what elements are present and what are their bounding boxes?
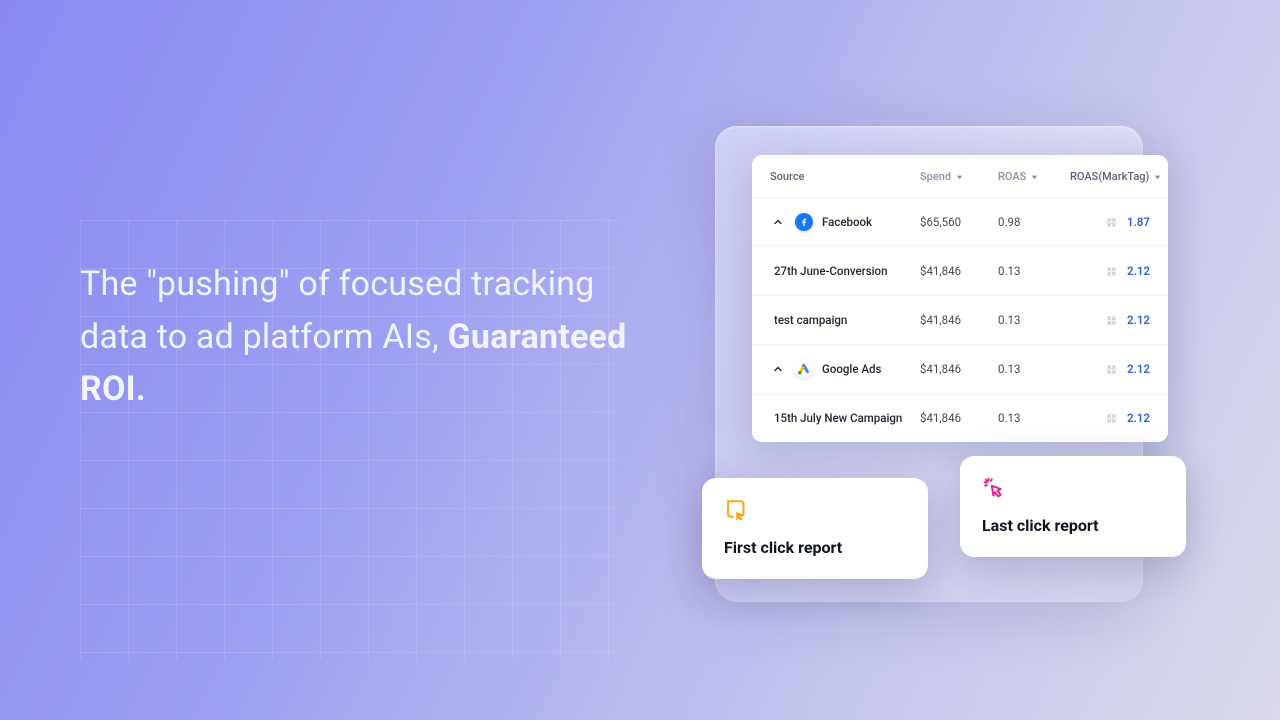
source-name: test campaign xyxy=(774,313,847,327)
column-header-roas[interactable]: ROAS xyxy=(998,170,1070,183)
cell-roas: 0.13 xyxy=(998,411,1070,425)
cell-spend: $41,846 xyxy=(920,411,998,425)
last-click-icon xyxy=(982,476,1008,502)
headline: The "pushing" of focused tracking data t… xyxy=(80,258,640,416)
cell-roas-marktag: 2.12 xyxy=(1070,362,1150,376)
cell-spend: $41,846 xyxy=(920,313,998,327)
cell-roas: 0.13 xyxy=(998,362,1070,376)
google-platform-icon xyxy=(795,360,813,378)
facebook-icon xyxy=(799,217,809,227)
sort-down-icon xyxy=(955,172,964,181)
chevron-up-icon xyxy=(773,217,783,227)
first-click-report-card[interactable]: First click report xyxy=(702,478,928,579)
expand-toggle[interactable] xyxy=(770,214,786,230)
cell-roas-marktag: 2.12 xyxy=(1070,264,1150,278)
cell-roas-marktag: 2.12 xyxy=(1070,313,1150,327)
source-name: Facebook xyxy=(822,215,872,229)
marktag-value: 2.12 xyxy=(1127,411,1150,425)
table-row[interactable]: Facebook $65,5600.98 1.87 xyxy=(752,197,1168,246)
table-row[interactable]: 15th July New Campaign $41,8460.13 2.12 xyxy=(752,393,1168,442)
last-click-report-card[interactable]: Last click report xyxy=(960,456,1186,557)
source-name: 27th June-Conversion xyxy=(774,264,887,278)
cell-roas: 0.13 xyxy=(998,264,1070,278)
google-ads-icon xyxy=(797,362,811,376)
marktag-value: 2.12 xyxy=(1127,264,1150,278)
first-click-label: First click report xyxy=(724,538,906,557)
marktag-value: 1.87 xyxy=(1127,215,1150,229)
last-click-label: Last click report xyxy=(982,516,1164,535)
marktag-value: 2.12 xyxy=(1127,313,1150,327)
table-row[interactable]: 27th June-Conversion $41,8460.13 2.12 xyxy=(752,246,1168,295)
cell-spend: $65,560 xyxy=(920,215,998,229)
column-header-source[interactable]: Source xyxy=(770,170,920,183)
first-click-icon xyxy=(724,498,750,524)
source-name: Google Ads xyxy=(822,362,881,376)
cell-spend: $41,846 xyxy=(920,264,998,278)
sort-down-icon xyxy=(1030,172,1039,181)
marktag-icon xyxy=(1106,315,1117,326)
marktag-icon xyxy=(1106,413,1117,424)
cell-roas: 0.13 xyxy=(998,313,1070,327)
table-header-row: Source Spend ROAS ROAS(MarkTag) xyxy=(752,155,1168,197)
cell-source: Google Ads xyxy=(770,360,920,378)
source-name: 15th July New Campaign xyxy=(774,411,902,425)
marktag-icon xyxy=(1106,266,1117,277)
cell-source: test campaign xyxy=(770,313,920,327)
cell-roas-marktag: 1.87 xyxy=(1070,215,1150,229)
facebook-platform-icon xyxy=(795,213,813,231)
attribution-table: Source Spend ROAS ROAS(MarkTag) Facebook… xyxy=(752,155,1168,442)
column-header-spend[interactable]: Spend xyxy=(920,170,998,183)
sort-down-icon xyxy=(1153,172,1162,181)
marktag-value: 2.12 xyxy=(1127,362,1150,376)
cell-roas: 0.98 xyxy=(998,215,1070,229)
cell-source: Facebook xyxy=(770,213,920,231)
cell-spend: $41,846 xyxy=(920,362,998,376)
marktag-icon xyxy=(1106,217,1117,228)
expand-toggle[interactable] xyxy=(770,361,786,377)
column-header-roas-marktag[interactable]: ROAS(MarkTag) xyxy=(1070,170,1162,183)
marktag-icon xyxy=(1106,364,1117,375)
cell-roas-marktag: 2.12 xyxy=(1070,411,1150,425)
cell-source: 27th June-Conversion xyxy=(770,264,920,278)
table-row[interactable]: test campaign $41,8460.13 2.12 xyxy=(752,295,1168,344)
chevron-up-icon xyxy=(773,364,783,374)
cell-source: 15th July New Campaign xyxy=(770,411,920,425)
table-row[interactable]: Google Ads $41,8460.13 2.12 xyxy=(752,344,1168,393)
